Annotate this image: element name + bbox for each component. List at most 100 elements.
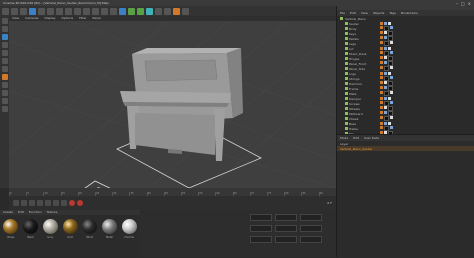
- planar-workplane-icon[interactable]: [1, 106, 8, 112]
- tweak-icon[interactable]: [1, 82, 8, 88]
- object-menu-tags[interactable]: Tags: [389, 11, 396, 15]
- material-menu-texture[interactable]: Texture: [47, 210, 58, 215]
- deformer-icon[interactable]: [155, 7, 162, 15]
- material-tag-icon[interactable]: [384, 56, 387, 59]
- position-x-field[interactable]: [250, 214, 272, 221]
- redo-icon[interactable]: [11, 7, 18, 15]
- material-tag-icon[interactable]: [390, 51, 393, 54]
- material-tag-icon[interactable]: [388, 47, 391, 50]
- material-tag-icon[interactable]: [390, 126, 393, 129]
- material-tag-icon[interactable]: [380, 41, 383, 44]
- material-tag-icon[interactable]: [388, 72, 391, 75]
- material-item[interactable]: Ivory: [42, 219, 58, 239]
- texture-mode-icon[interactable]: [1, 34, 8, 40]
- current-frame-field[interactable]: 0 F: [327, 201, 332, 205]
- autokey-icon[interactable]: [77, 200, 83, 206]
- play-icon[interactable]: [37, 200, 43, 206]
- material-tag-icon[interactable]: [380, 51, 383, 54]
- light-icon[interactable]: [182, 7, 189, 15]
- layer-row-selected[interactable]: Vertical_Piano_Sauter: [337, 146, 474, 151]
- material-tag-icon[interactable]: [388, 22, 391, 25]
- go-to-end-icon[interactable]: [61, 200, 67, 206]
- material-tag-icon[interactable]: [380, 22, 383, 25]
- render-settings-icon[interactable]: [110, 7, 117, 15]
- material-tag-icon[interactable]: [380, 91, 383, 94]
- size-y-field[interactable]: [275, 225, 297, 232]
- size-z-field[interactable]: [300, 225, 322, 232]
- material-tag-icon[interactable]: [384, 72, 387, 75]
- material-tag-icon[interactable]: [390, 91, 393, 94]
- material-tag-icon[interactable]: [390, 76, 393, 79]
- rotate-icon[interactable]: [47, 7, 54, 15]
- next-frame-icon[interactable]: [45, 200, 51, 206]
- piano-model[interactable]: [120, 48, 243, 161]
- material-tag-icon[interactable]: [384, 97, 387, 100]
- object-menu-view[interactable]: View: [361, 11, 368, 15]
- maximize-button[interactable]: □: [461, 1, 465, 6]
- material-menu-create[interactable]: Create: [3, 210, 13, 215]
- material-tag-icon[interactable]: [384, 31, 387, 34]
- move-icon[interactable]: [29, 7, 36, 15]
- render-view-icon[interactable]: [92, 7, 99, 15]
- object-menu-file[interactable]: File: [340, 11, 345, 15]
- material-tag-icon[interactable]: [390, 101, 393, 104]
- material-tag-icon[interactable]: [380, 61, 383, 64]
- material-tag-icon[interactable]: [380, 97, 383, 100]
- make-editable-icon[interactable]: [1, 18, 8, 24]
- attr-menu-mode[interactable]: Mode: [340, 136, 348, 140]
- object-menu-objects[interactable]: Objects: [373, 11, 384, 15]
- material-tag-icon[interactable]: [380, 66, 383, 69]
- viewport-canvas[interactable]: [9, 21, 336, 188]
- material-tag-icon[interactable]: [380, 47, 383, 50]
- previous-key-icon[interactable]: [21, 200, 27, 206]
- polygons-mode-icon[interactable]: [1, 66, 8, 72]
- material-tag-icon[interactable]: [390, 26, 393, 29]
- record-icon[interactable]: [69, 200, 75, 206]
- position-y-field[interactable]: [275, 214, 297, 221]
- enable-axis-icon[interactable]: [1, 74, 8, 80]
- z-axis-icon[interactable]: [74, 7, 81, 15]
- cube-icon[interactable]: [119, 7, 126, 15]
- x-axis-icon[interactable]: [56, 7, 63, 15]
- model-mode-icon[interactable]: [1, 26, 8, 32]
- camera-icon[interactable]: [173, 7, 180, 15]
- material-tag-icon[interactable]: [384, 61, 387, 64]
- scale-icon[interactable]: [38, 7, 45, 15]
- rotation-b-field[interactable]: [300, 236, 322, 243]
- material-tag-icon[interactable]: [380, 76, 383, 79]
- timeline-ruler[interactable]: 0 5 10 15 20 25 30 35 40 45 50 55 60 65 …: [9, 188, 336, 196]
- undo-icon[interactable]: [2, 7, 9, 15]
- material-item[interactable]: Wood: [82, 219, 98, 239]
- previous-frame-icon[interactable]: [29, 200, 35, 206]
- material-item[interactable]: Black: [23, 219, 39, 239]
- points-mode-icon[interactable]: [1, 50, 8, 56]
- edges-mode-icon[interactable]: [1, 58, 8, 64]
- go-to-start-icon[interactable]: [13, 200, 19, 206]
- material-tag-icon[interactable]: [380, 106, 383, 109]
- lock-workplane-icon[interactable]: [1, 98, 8, 104]
- size-x-field[interactable]: [250, 225, 272, 232]
- material-tag-icon[interactable]: [384, 106, 387, 109]
- material-tag-icon[interactable]: [384, 22, 387, 25]
- coordinate-system-icon[interactable]: [83, 7, 90, 15]
- material-tag-icon[interactable]: [380, 122, 383, 125]
- attr-menu-user-data[interactable]: User Data: [364, 136, 379, 140]
- material-menu-function[interactable]: Function: [29, 210, 42, 215]
- material-menu-edit[interactable]: Edit: [18, 210, 24, 215]
- material-tag-icon[interactable]: [380, 81, 383, 84]
- material-tag-icon[interactable]: [380, 31, 383, 34]
- material-tag-icon[interactable]: [384, 122, 387, 125]
- material-tag-icon[interactable]: [380, 126, 383, 129]
- material-tag-icon[interactable]: [380, 36, 383, 39]
- pen-icon[interactable]: [128, 7, 135, 15]
- material-tag-icon[interactable]: [380, 86, 383, 89]
- material-item[interactable]: Chrome: [121, 219, 137, 239]
- rotation-h-field[interactable]: [250, 236, 272, 243]
- object-menu-bookmarks[interactable]: Bookmarks: [401, 11, 418, 15]
- snap-icon[interactable]: [1, 90, 8, 96]
- workplane-icon[interactable]: [1, 42, 8, 48]
- object-menu-edit[interactable]: Edit: [350, 11, 356, 15]
- material-tag-icon[interactable]: [390, 41, 393, 44]
- attr-menu-edit[interactable]: Edit: [353, 136, 359, 140]
- material-tag-icon[interactable]: [390, 66, 393, 69]
